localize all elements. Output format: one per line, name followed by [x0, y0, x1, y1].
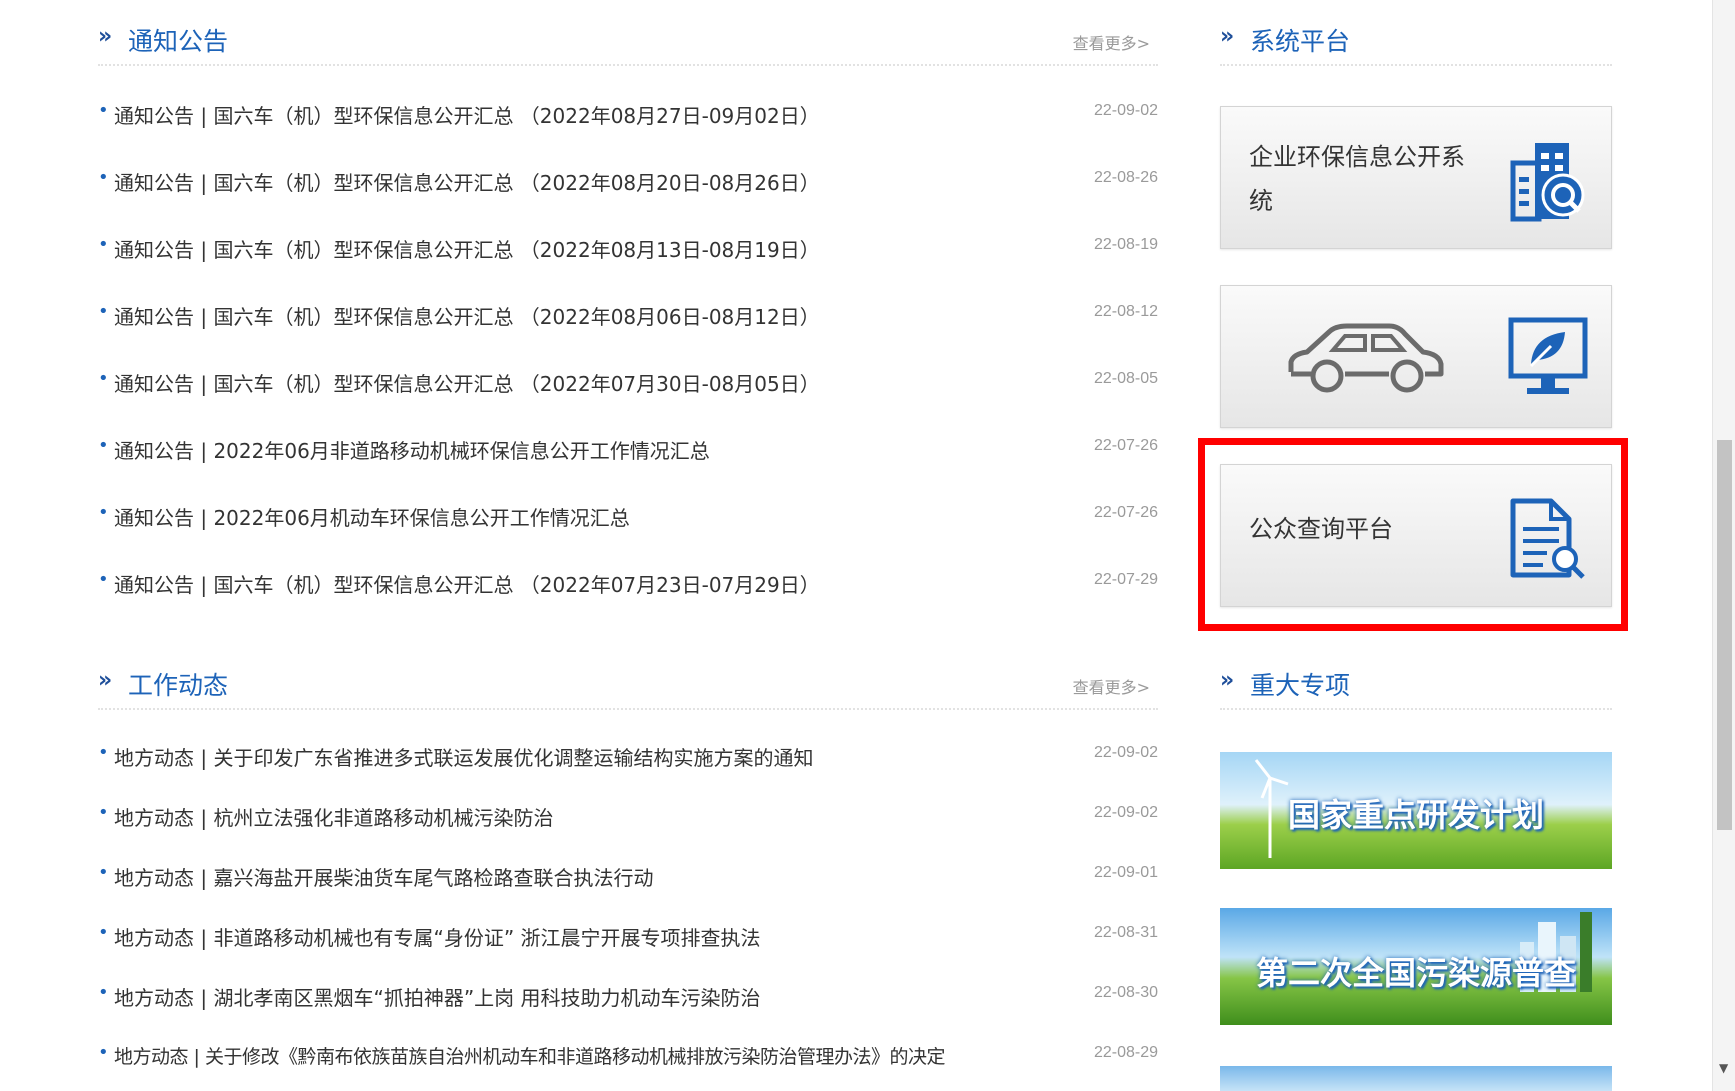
- notices-more-link[interactable]: 查看更多>: [1073, 30, 1150, 54]
- banner-national-rd-plan[interactable]: 国家重点研发计划: [1220, 752, 1612, 869]
- notice-date: 22-07-29: [1093, 571, 1158, 588]
- notices-title[interactable]: 通知公告: [128, 22, 228, 58]
- work-item-date: 22-09-02: [1093, 744, 1158, 761]
- chevron-double-right-icon: »: [98, 668, 112, 693]
- notice-title[interactable]: 通知公告 | 国六车（机）型环保信息公开汇总 （2022年08月20日-08月2…: [114, 167, 820, 196]
- notice-title[interactable]: 通知公告 | 国六车（机）型环保信息公开汇总 （2022年08月27日-09月0…: [114, 100, 820, 129]
- bullet-icon: •: [98, 742, 109, 763]
- work-item-title[interactable]: 地方动态 | 杭州立法强化非道路移动机械污染防治: [114, 802, 553, 831]
- work-item-date: 22-08-30: [1093, 984, 1158, 1001]
- page: » 通知公告 查看更多> • 通知公告 | 国六车（机）型环保信息公开汇总 （2…: [0, 0, 1735, 1091]
- list-item[interactable]: • 通知公告 | 2022年06月非道路移动机械环保信息公开工作情况汇总 22-…: [98, 435, 1158, 502]
- notice-date: 22-07-26: [1093, 437, 1158, 454]
- chevron-double-right-icon: »: [98, 24, 112, 49]
- work-item-title[interactable]: 地方动态 | 湖北孝南区黑烟车“抓拍神器”上岗 用科技助力机动车污染防治: [114, 982, 761, 1011]
- work-item-date: 22-09-02: [1093, 804, 1158, 821]
- bullet-icon: •: [98, 368, 109, 389]
- work-item-date: 22-09-01: [1093, 864, 1158, 881]
- list-item[interactable]: • 通知公告 | 国六车（机）型环保信息公开汇总 （2022年08月13日-08…: [98, 234, 1158, 301]
- work-more-link[interactable]: 查看更多>: [1073, 674, 1150, 698]
- building-search-icon: [1510, 143, 1585, 222]
- bullet-icon: •: [98, 982, 109, 1003]
- notices-header: » 通知公告 查看更多>: [98, 10, 1158, 66]
- bullet-icon: •: [98, 569, 109, 590]
- notice-date: 22-07-26: [1093, 504, 1158, 521]
- notices-list: • 通知公告 | 国六车（机）型环保信息公开汇总 （2022年08月27日-09…: [98, 100, 1158, 636]
- list-item[interactable]: • 地方动态 | 非道路移动机械也有专属“身份证” 浙江晨宁开展专项排查执法 2…: [98, 922, 1158, 982]
- vertical-scrollbar[interactable]: ▼: [1712, 0, 1735, 1091]
- notice-date: 22-08-19: [1093, 236, 1158, 253]
- scrollbar-thumb[interactable]: [1717, 440, 1732, 830]
- work-item-title[interactable]: 地方动态 | 嘉兴海盐开展柴油货车尾气路检路查联合执法行动: [114, 862, 653, 891]
- platform-card-enterprise-info[interactable]: 企业环保信息公开系统: [1220, 106, 1612, 249]
- list-item[interactable]: • 通知公告 | 2022年06月机动车环保信息公开工作情况汇总 22-07-2…: [98, 502, 1158, 569]
- list-item[interactable]: • 地方动态 | 杭州立法强化非道路移动机械污染防治 22-09-02: [98, 802, 1158, 862]
- bullet-icon: •: [98, 862, 109, 883]
- banner-title: 第二次全国污染源普查: [1255, 954, 1576, 992]
- car-icon: [1288, 323, 1444, 393]
- projects-header: » 重大专项: [1220, 654, 1612, 710]
- platform-card-vehicle[interactable]: [1220, 285, 1612, 428]
- bullet-icon: •: [98, 100, 109, 121]
- notice-title[interactable]: 通知公告 | 2022年06月机动车环保信息公开工作情况汇总: [114, 502, 630, 531]
- banner-title: 国家重点研发计划: [1287, 796, 1544, 834]
- bullet-icon: •: [98, 301, 109, 322]
- notice-title[interactable]: 通知公告 | 国六车（机）型环保信息公开汇总 （2022年08月06日-08月1…: [114, 301, 820, 330]
- platform-header: » 系统平台: [1220, 10, 1612, 66]
- notice-title[interactable]: 通知公告 | 国六车（机）型环保信息公开汇总 （2022年08月13日-08月1…: [114, 234, 820, 263]
- list-item[interactable]: • 地方动态 | 关于印发广东省推进多式联运发展优化调整运输结构实施方案的通知 …: [98, 742, 1158, 802]
- list-item[interactable]: • 通知公告 | 国六车（机）型环保信息公开汇总 （2022年07月30日-08…: [98, 368, 1158, 435]
- work-item-title[interactable]: 地方动态 | 非道路移动机械也有专属“身份证” 浙江晨宁开展专项排查执法: [114, 922, 761, 951]
- list-item[interactable]: • 通知公告 | 国六车（机）型环保信息公开汇总 （2022年07月23日-07…: [98, 569, 1158, 636]
- bullet-icon: •: [98, 502, 109, 523]
- banner-pollution-census[interactable]: 第二次全国污染源普查: [1220, 908, 1612, 1025]
- scroll-down-icon[interactable]: ▼: [1719, 1061, 1728, 1075]
- work-header: » 工作动态 查看更多>: [98, 654, 1158, 710]
- bullet-icon: •: [98, 234, 109, 255]
- work-list: • 地方动态 | 关于印发广东省推进多式联运发展优化调整运输结构实施方案的通知 …: [98, 742, 1158, 1091]
- list-item[interactable]: • 通知公告 | 国六车（机）型环保信息公开汇总 （2022年08月06日-08…: [98, 301, 1158, 368]
- list-item[interactable]: • 地方动态 | 关于修改《黔南布依族苗族自治州机动车和非道路移动机械排放污染防…: [98, 1042, 1158, 1091]
- work-title[interactable]: 工作动态: [128, 666, 228, 702]
- highlight-box: [1198, 438, 1628, 631]
- projects-title[interactable]: 重大专项: [1250, 666, 1350, 702]
- platform-title[interactable]: 系统平台: [1250, 22, 1350, 58]
- bullet-icon: •: [98, 1042, 109, 1063]
- monitor-leaf-icon: [1508, 317, 1588, 394]
- bullet-icon: •: [98, 435, 109, 456]
- bullet-icon: •: [98, 922, 109, 943]
- work-item-date: 22-08-31: [1093, 924, 1158, 941]
- bullet-icon: •: [98, 802, 109, 823]
- notice-date: 22-08-26: [1093, 169, 1158, 186]
- list-item[interactable]: • 通知公告 | 国六车（机）型环保信息公开汇总 （2022年08月27日-09…: [98, 100, 1158, 167]
- platform-card-label: 企业环保信息公开系统: [1249, 143, 1465, 215]
- work-item-title[interactable]: 地方动态 | 关于修改《黔南布依族苗族自治州机动车和非道路移动机械排放污染防治管…: [114, 1042, 945, 1069]
- work-item-date: 22-08-29: [1093, 1044, 1158, 1061]
- notice-date: 22-08-05: [1093, 370, 1158, 387]
- notice-title[interactable]: 通知公告 | 国六车（机）型环保信息公开汇总 （2022年07月23日-07月2…: [114, 569, 820, 598]
- list-item[interactable]: • 通知公告 | 国六车（机）型环保信息公开汇总 （2022年08月20日-08…: [98, 167, 1158, 234]
- banner-partial[interactable]: [1220, 1066, 1612, 1091]
- bullet-icon: •: [98, 167, 109, 188]
- list-item[interactable]: • 地方动态 | 嘉兴海盐开展柴油货车尾气路检路查联合执法行动 22-09-01: [98, 862, 1158, 922]
- chevron-double-right-icon: »: [1220, 24, 1234, 49]
- list-item[interactable]: • 地方动态 | 湖北孝南区黑烟车“抓拍神器”上岗 用科技助力机动车污染防治 2…: [98, 982, 1158, 1042]
- chevron-double-right-icon: »: [1220, 668, 1234, 693]
- notice-title[interactable]: 通知公告 | 国六车（机）型环保信息公开汇总 （2022年07月30日-08月0…: [114, 368, 820, 397]
- notice-date: 22-09-02: [1093, 102, 1158, 119]
- notice-date: 22-08-12: [1093, 303, 1158, 320]
- work-item-title[interactable]: 地方动态 | 关于印发广东省推进多式联运发展优化调整运输结构实施方案的通知: [114, 742, 813, 771]
- notice-title[interactable]: 通知公告 | 2022年06月非道路移动机械环保信息公开工作情况汇总: [114, 435, 710, 464]
